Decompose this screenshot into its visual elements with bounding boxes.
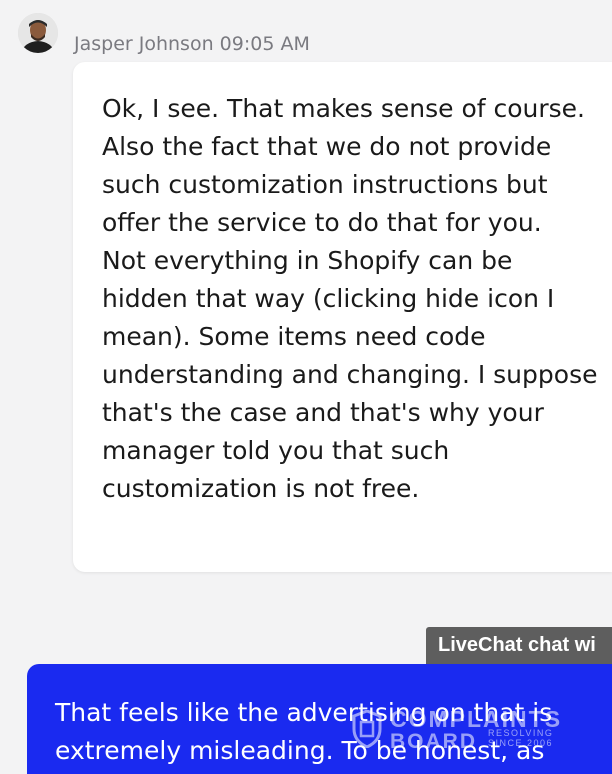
sender-name: Jasper Johnson	[74, 33, 214, 55]
message-header: Jasper Johnson 09:05 AM	[74, 33, 310, 55]
message-time: 09:05 AM	[219, 33, 310, 55]
sender-avatar	[18, 13, 58, 53]
livechat-chat-tab[interactable]: LiveChat chat wi	[426, 627, 612, 664]
incoming-message-text: Ok, I see. That makes sense of course. A…	[102, 94, 598, 503]
outgoing-message-text: That feels like the advertising on that …	[55, 698, 553, 765]
